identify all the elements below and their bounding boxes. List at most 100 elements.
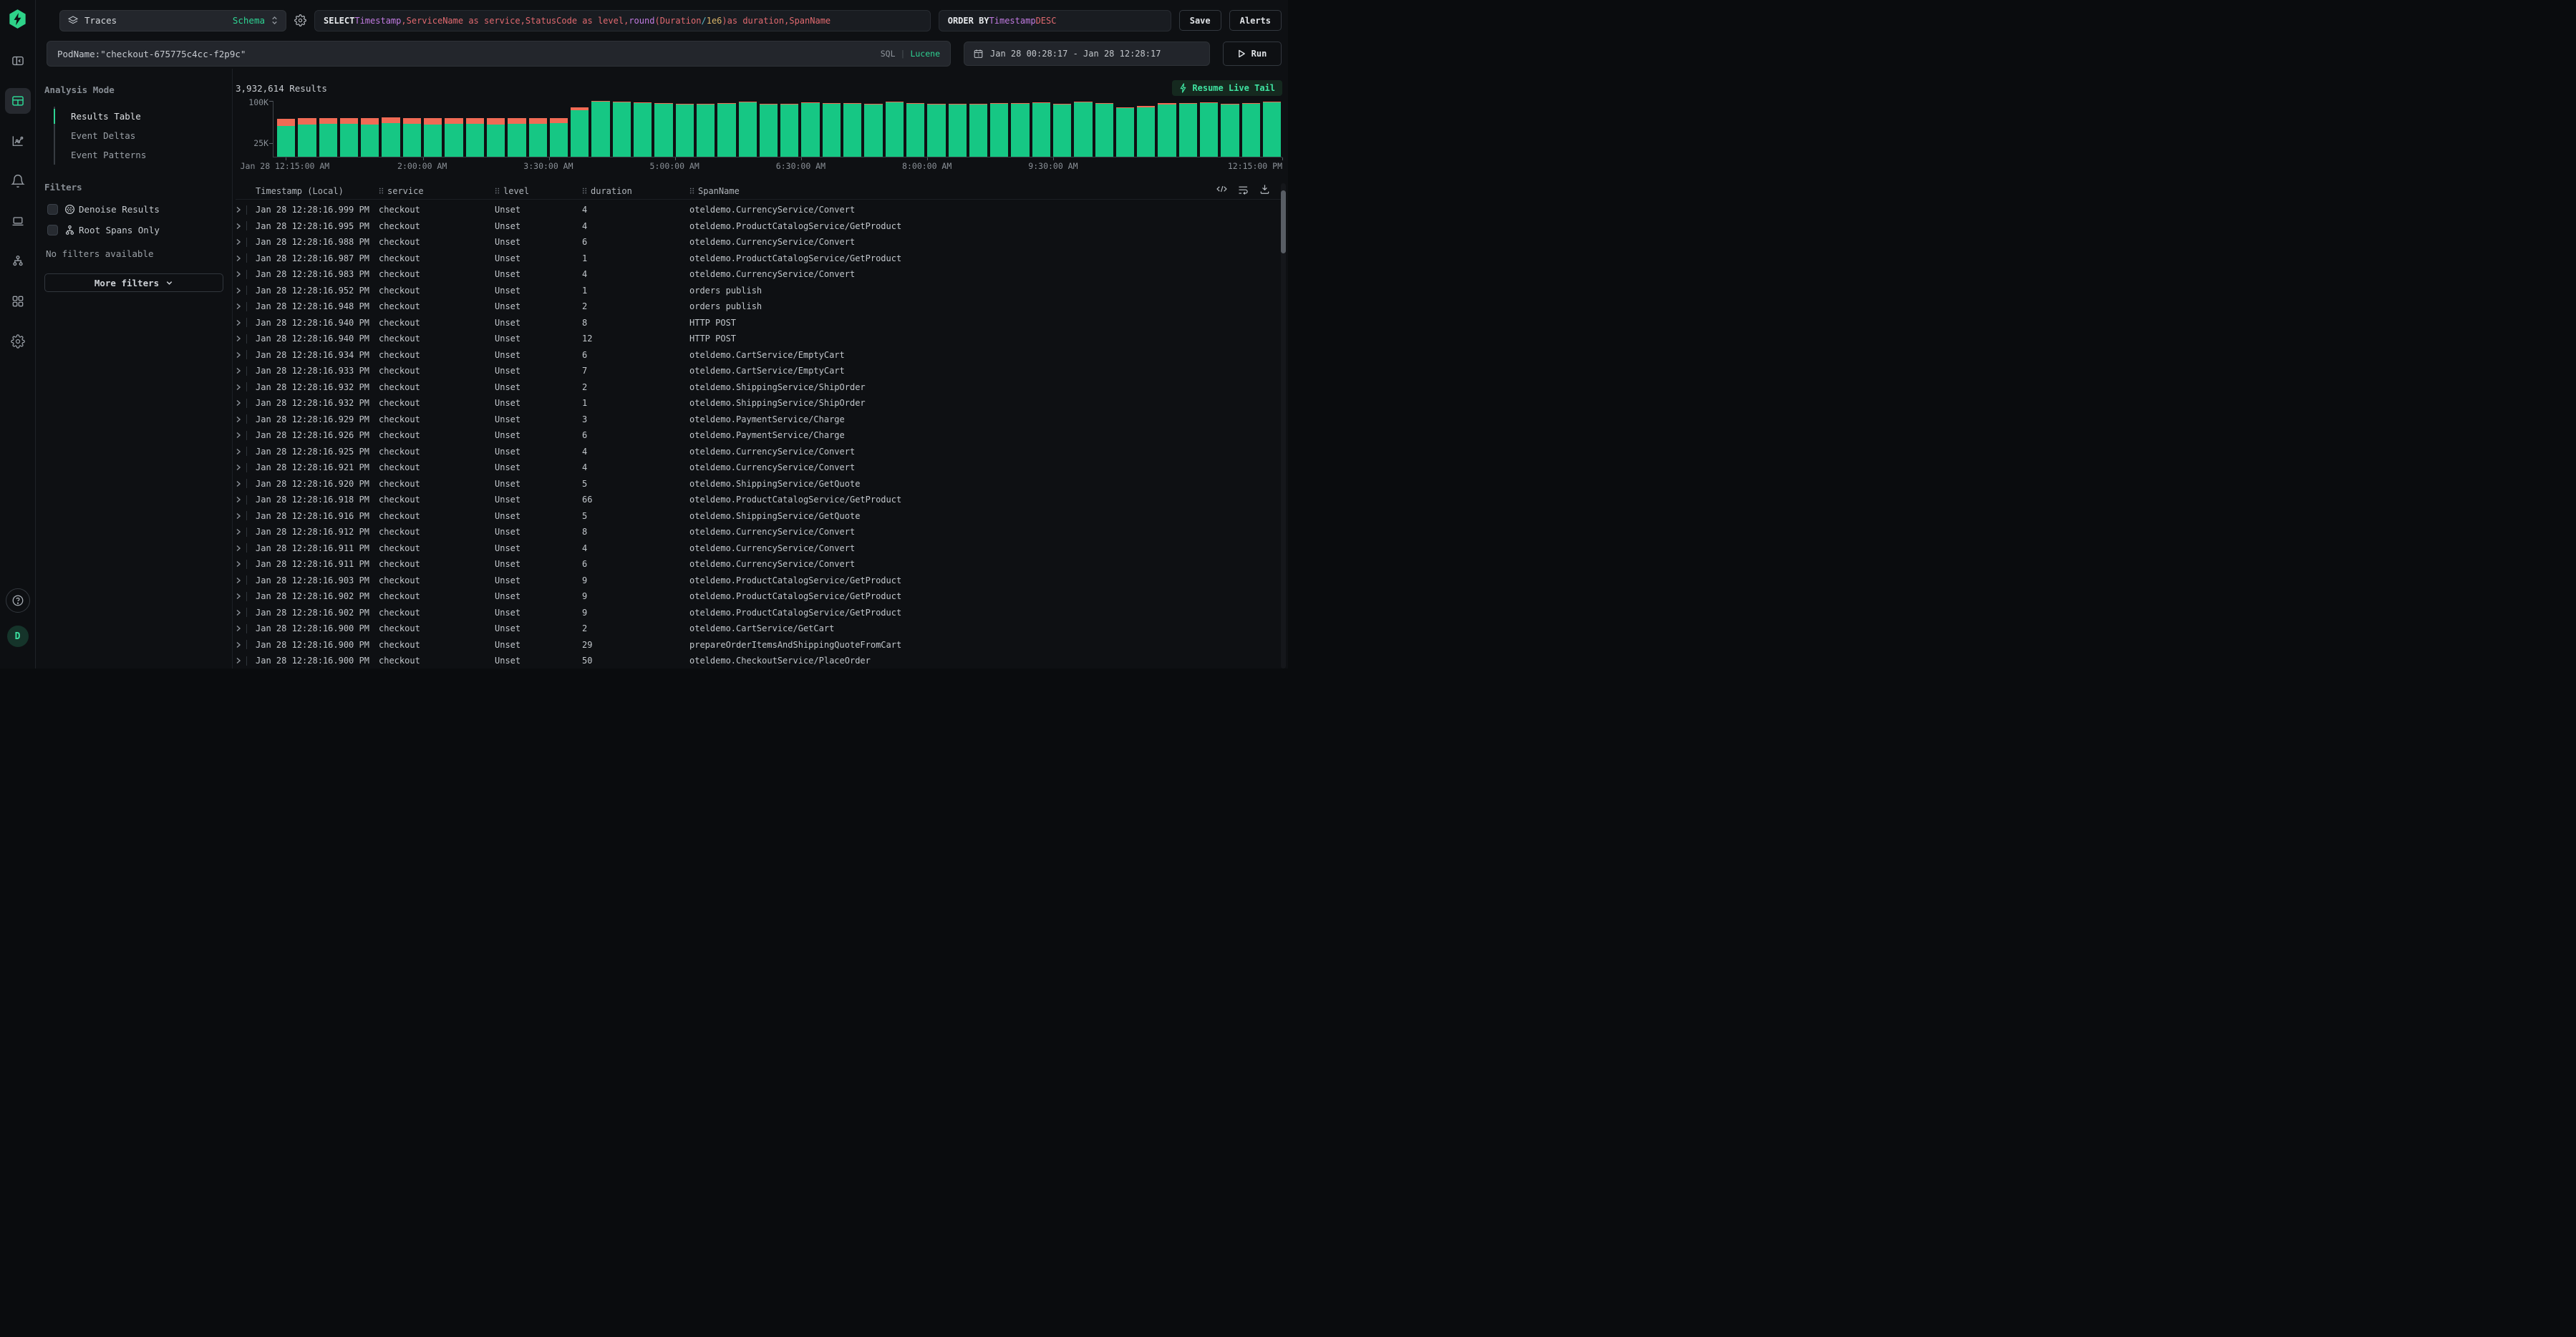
analysis-mode-item-event-patterns[interactable]: Event Patterns (55, 145, 223, 165)
expand-row-chevron-icon[interactable] (236, 480, 241, 487)
chart-bar[interactable] (760, 104, 778, 157)
nav-sessions-laptop-icon[interactable] (5, 208, 31, 234)
chart-bar[interactable] (949, 104, 967, 157)
expand-row-chevron-icon[interactable] (236, 496, 241, 503)
chart-bar[interactable] (445, 118, 463, 157)
drag-handle-icon[interactable] (582, 187, 587, 195)
chart-bar[interactable] (1011, 103, 1029, 157)
table-row[interactable]: Jan 28 12:28:16.900 PMcheckoutUnset2otel… (236, 621, 1282, 637)
table-row[interactable]: Jan 28 12:28:16.999 PMcheckoutUnset4otel… (236, 202, 1282, 218)
chart-bar[interactable] (654, 103, 672, 157)
chart-bar[interactable] (277, 119, 295, 157)
table-row[interactable]: Jan 28 12:28:16.916 PMcheckoutUnset5otel… (236, 508, 1282, 525)
expand-row-chevron-icon[interactable] (236, 432, 241, 439)
chart-bar[interactable] (969, 104, 987, 157)
table-row[interactable]: Jan 28 12:28:16.900 PMcheckoutUnset29pre… (236, 637, 1282, 653)
chart-bar[interactable] (361, 118, 379, 157)
table-row[interactable]: Jan 28 12:28:16.926 PMcheckoutUnset6otel… (236, 427, 1282, 444)
table-row[interactable]: Jan 28 12:28:16.940 PMcheckoutUnset12HTT… (236, 331, 1282, 347)
view-source-code-icon[interactable] (1216, 183, 1228, 195)
expand-row-chevron-icon[interactable] (236, 528, 241, 535)
chart-bar[interactable] (1074, 102, 1092, 157)
help-button[interactable] (6, 588, 30, 613)
expand-row-chevron-icon[interactable] (236, 351, 241, 359)
chart-bar[interactable] (1200, 102, 1218, 157)
chart-bar[interactable] (634, 102, 652, 157)
table-row[interactable]: Jan 28 12:28:16.988 PMcheckoutUnset6otel… (236, 234, 1282, 251)
analysis-mode-item-event-deltas[interactable]: Event Deltas (55, 126, 223, 145)
table-row[interactable]: Jan 28 12:28:16.940 PMcheckoutUnset8HTTP… (236, 315, 1282, 331)
nav-settings-gear-icon[interactable] (5, 329, 31, 354)
language-lucene-option[interactable]: Lucene (910, 49, 940, 59)
chart-bar[interactable] (1116, 107, 1134, 157)
table-row[interactable]: Jan 28 12:28:16.948 PMcheckoutUnset2orde… (236, 298, 1282, 315)
chart-bar[interactable] (382, 117, 400, 157)
table-row[interactable]: Jan 28 12:28:16.929 PMcheckoutUnset3otel… (236, 412, 1282, 428)
chart-bar[interactable] (990, 103, 1008, 157)
chart-bar[interactable] (1032, 102, 1050, 157)
chart-bar[interactable] (1242, 103, 1260, 157)
chart-bar[interactable] (927, 104, 945, 157)
chart-bar[interactable] (340, 118, 358, 157)
table-row[interactable]: Jan 28 12:28:16.918 PMcheckoutUnset66ote… (236, 492, 1282, 508)
expand-row-chevron-icon[interactable] (236, 255, 241, 262)
nav-services-hierarchy-icon[interactable] (5, 248, 31, 274)
expand-row-chevron-icon[interactable] (236, 512, 241, 520)
expand-row-chevron-icon[interactable] (236, 206, 241, 213)
hyperdx-logo-icon[interactable] (8, 9, 27, 29)
chart-bar[interactable] (823, 103, 841, 157)
expand-row-chevron-icon[interactable] (236, 384, 241, 391)
expand-row-chevron-icon[interactable] (236, 577, 241, 584)
expand-row-chevron-icon[interactable] (236, 593, 241, 600)
sql-select-input[interactable]: SELECT Timestamp, ServiceName as service… (314, 10, 931, 31)
chart-bar[interactable] (906, 103, 924, 157)
table-row[interactable]: Jan 28 12:28:16.912 PMcheckoutUnset8otel… (236, 524, 1282, 540)
chart-bar[interactable] (529, 118, 547, 157)
run-button[interactable]: Run (1223, 42, 1282, 66)
expand-row-chevron-icon[interactable] (236, 625, 241, 632)
chart-bar[interactable] (697, 104, 715, 157)
table-row[interactable]: Jan 28 12:28:16.995 PMcheckoutUnset4otel… (236, 218, 1282, 235)
alerts-button[interactable]: Alerts (1229, 10, 1282, 31)
source-selector[interactable]: Traces Schema (59, 10, 286, 31)
scrollbar-track[interactable] (1281, 183, 1286, 668)
chart-bar[interactable] (1137, 106, 1155, 157)
table-row[interactable]: Jan 28 12:28:16.911 PMcheckoutUnset6otel… (236, 556, 1282, 573)
table-row[interactable]: Jan 28 12:28:16.932 PMcheckoutUnset2otel… (236, 379, 1282, 396)
table-row[interactable]: Jan 28 12:28:16.902 PMcheckoutUnset9otel… (236, 605, 1282, 621)
wrap-lines-icon[interactable] (1237, 183, 1249, 195)
chart-bar[interactable] (1179, 103, 1197, 157)
chart-bar[interactable] (487, 118, 505, 157)
expand-row-chevron-icon[interactable] (236, 657, 241, 664)
order-by-input[interactable]: ORDER BY Timestamp DESC (939, 10, 1171, 31)
table-row[interactable]: Jan 28 12:28:16.902 PMcheckoutUnset9otel… (236, 588, 1282, 605)
chart-bar[interactable] (466, 118, 484, 157)
table-row[interactable]: Jan 28 12:28:16.903 PMcheckoutUnset9otel… (236, 573, 1282, 589)
language-sql-option[interactable]: SQL (881, 49, 896, 59)
expand-row-chevron-icon[interactable] (236, 641, 241, 648)
resume-live-tail-button[interactable]: Resume Live Tail (1172, 80, 1282, 96)
expand-row-chevron-icon[interactable] (236, 303, 241, 310)
root-spans-filter[interactable]: Root Spans Only (47, 225, 223, 235)
download-icon[interactable] (1259, 183, 1271, 195)
chart-bar[interactable] (843, 103, 861, 157)
expand-row-chevron-icon[interactable] (236, 335, 241, 342)
expand-row-chevron-icon[interactable] (236, 223, 241, 230)
chart-bar[interactable] (319, 118, 337, 157)
scrollbar-thumb[interactable] (1281, 190, 1286, 253)
table-row[interactable]: Jan 28 12:28:16.987 PMcheckoutUnset1otel… (236, 251, 1282, 267)
chart-bar[interactable] (717, 103, 735, 157)
search-input[interactable]: PodName:"checkout-675775c4cc-f2p9c" SQL … (47, 41, 951, 67)
chart-bar[interactable] (780, 104, 798, 157)
more-filters-button[interactable]: More filters (44, 273, 223, 292)
table-row[interactable]: Jan 28 12:28:16.952 PMcheckoutUnset1orde… (236, 283, 1282, 299)
table-row[interactable]: Jan 28 12:28:16.925 PMcheckoutUnset4otel… (236, 444, 1282, 460)
chart-bar[interactable] (298, 118, 316, 157)
date-range-picker[interactable]: 1 Jan 28 00:28:17 - Jan 28 12:28:17 (964, 42, 1210, 66)
table-row[interactable]: Jan 28 12:28:16.934 PMcheckoutUnset6otel… (236, 347, 1282, 364)
table-row[interactable]: Jan 28 12:28:16.932 PMcheckoutUnset1otel… (236, 395, 1282, 412)
expand-row-chevron-icon[interactable] (236, 560, 241, 568)
chart-bar[interactable] (739, 102, 757, 157)
chart-bar[interactable] (550, 118, 568, 157)
expand-row-chevron-icon[interactable] (236, 367, 241, 374)
